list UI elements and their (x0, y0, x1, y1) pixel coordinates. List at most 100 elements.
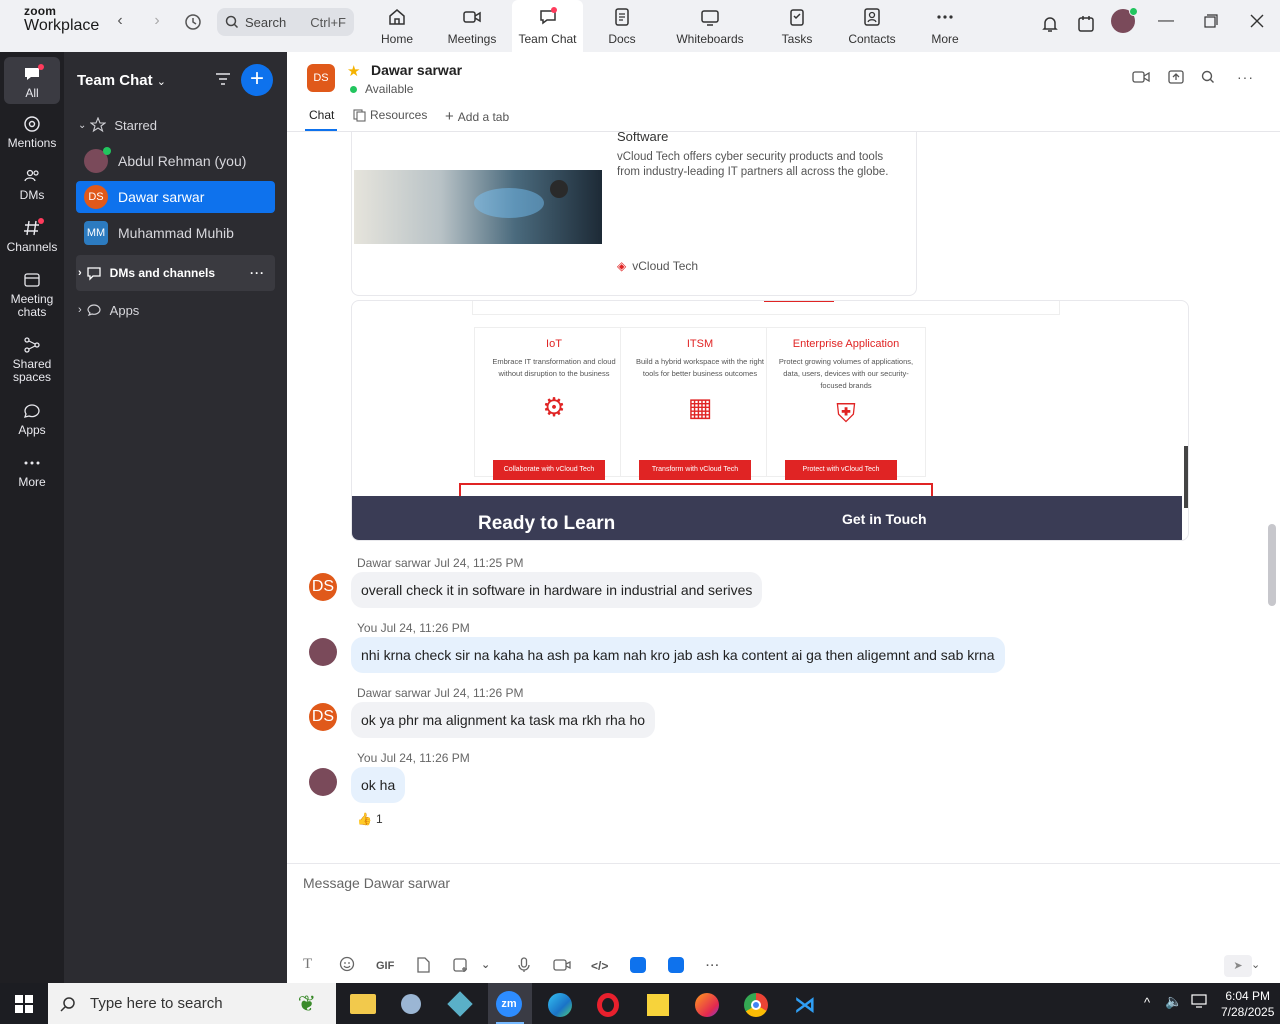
reaction-badge[interactable]: 👍 1 (357, 812, 383, 826)
rail-dms[interactable]: DMs (0, 167, 64, 202)
video-message-icon[interactable] (553, 958, 571, 975)
video-camera-icon (463, 11, 481, 23)
vscode-icon[interactable]: ⋊ (789, 989, 819, 1019)
calendar-icon[interactable] (1076, 14, 1096, 39)
dms-and-channels-section[interactable]: › DMs and channels ··· (76, 255, 275, 291)
preview-image (354, 170, 602, 244)
new-chat-button[interactable]: + (241, 64, 273, 96)
message-scrollbar[interactable] (1268, 524, 1276, 606)
tab-more[interactable]: More (918, 0, 972, 52)
filter-icon[interactable] (215, 72, 231, 91)
title-bar: zoom Workplace ‹ › Search Ctrl+F Home Me… (0, 0, 1280, 52)
file-icon[interactable] (416, 957, 430, 976)
zoom-taskbar-icon[interactable]: zm (488, 983, 532, 1024)
app-icon[interactable] (445, 989, 475, 1019)
tab-home[interactable]: Home (367, 0, 427, 52)
more-dots-icon[interactable]: ··· (250, 266, 265, 280)
rail-more[interactable]: More (0, 454, 64, 489)
firefox-icon[interactable] (691, 989, 721, 1019)
rail-shared-spaces[interactable]: Shared spaces (0, 336, 64, 384)
history-icon[interactable] (184, 13, 202, 36)
taskbar-search[interactable]: Type here to search ❦ (48, 983, 336, 1024)
close-icon[interactable] (1250, 14, 1264, 33)
tab-chat[interactable]: Chat (309, 108, 334, 122)
tab-label: Docs (608, 32, 636, 46)
tab-docs[interactable]: Docs (592, 0, 652, 52)
avatar[interactable]: DS (309, 573, 337, 601)
code-snippet-icon[interactable]: </> (591, 959, 608, 973)
emoji-icon[interactable] (339, 956, 355, 975)
people-icon (24, 169, 39, 182)
search-input[interactable]: Search Ctrl+F (217, 8, 354, 36)
rail-channels[interactable]: Channels (0, 218, 64, 254)
logo-bottom: Workplace (24, 17, 100, 34)
network-icon[interactable] (1191, 994, 1207, 1011)
minimize-icon[interactable]: — (1158, 12, 1174, 30)
rail-meeting-chats[interactable]: Meeting chats (0, 271, 64, 319)
tab-resources[interactable]: Resources (353, 108, 427, 122)
file-explorer-icon[interactable] (348, 989, 378, 1019)
volume-icon[interactable]: 🔈 (1165, 993, 1182, 1010)
tab-tasks[interactable]: Tasks (770, 0, 824, 52)
sidebar-title-text: Team Chat (77, 72, 153, 89)
forward-arrow-icon[interactable]: › (147, 12, 167, 30)
section-label: Apps (109, 302, 140, 318)
chrome-icon[interactable] (740, 989, 770, 1019)
chevron-up-icon[interactable]: ^ (1144, 995, 1150, 1010)
message-bubble[interactable]: ok ha (351, 767, 406, 803)
message-bubble[interactable]: nhi krna check sir na kaha ha ash pa kam… (351, 637, 1005, 673)
chevron-down-icon[interactable]: ⌄ (1251, 958, 1260, 971)
message-input[interactable]: Message Dawar sarwar (303, 875, 450, 891)
starred-section[interactable]: ⌄ Starred (76, 110, 275, 140)
more-dots-icon[interactable]: ··· (1237, 69, 1254, 85)
avatar[interactable] (309, 768, 337, 796)
gif-button[interactable]: GIF (376, 960, 394, 972)
message-bubble[interactable]: ok ya phr ma alignment ka task ma rkh rh… (351, 702, 656, 738)
tab-meetings[interactable]: Meetings (440, 0, 504, 52)
microphone-icon[interactable] (518, 957, 530, 976)
restore-icon[interactable] (1204, 14, 1218, 33)
apps-section[interactable]: › Apps (76, 294, 275, 326)
send-icon[interactable]: ➤ (1224, 955, 1252, 977)
tab-team-chat[interactable]: Team Chat (512, 0, 583, 52)
sidebar-title[interactable]: Team Chat ⌄ (77, 72, 166, 89)
link-preview-card[interactable]: Software vCloud Tech offers cyber securi… (351, 132, 917, 296)
windows-start-icon[interactable] (15, 995, 33, 1018)
profile-avatar[interactable] (1111, 7, 1138, 33)
star-filled-icon[interactable]: ★ (347, 62, 360, 80)
opera-icon[interactable] (593, 989, 623, 1019)
avatar[interactable]: DS (309, 703, 337, 731)
whiteboard-app-icon[interactable] (630, 957, 646, 973)
bell-icon[interactable] (1040, 14, 1060, 39)
video-call-icon[interactable] (1132, 70, 1150, 89)
rail-label: All (25, 86, 39, 100)
sidebar-item-abdul-rehman[interactable]: Abdul Rehman (you) (76, 145, 275, 177)
chat-title[interactable]: Dawar sarwar (371, 62, 462, 78)
rail-apps[interactable]: Apps (0, 402, 64, 437)
docs-app-icon[interactable] (668, 957, 684, 973)
sticky-notes-icon[interactable] (642, 989, 672, 1019)
more-dots-icon[interactable]: ··· (706, 960, 720, 972)
add-tab-button[interactable]: + Add a tab (445, 108, 509, 125)
screenshot-icon[interactable] (452, 957, 468, 976)
rail-all[interactable]: All (4, 57, 60, 104)
chevron-down-icon[interactable]: ⌄ (481, 958, 490, 971)
back-arrow-icon[interactable]: ‹ (110, 12, 130, 30)
shared-screenshot-image[interactable]: IoT Embrace IT transformation and cloud … (351, 300, 1189, 541)
rail-mentions[interactable]: Mentions (0, 115, 64, 150)
sidebar-item-dawar-sarwar[interactable]: DS Dawar sarwar (76, 181, 275, 213)
card-description: Build a hybrid workspace with the right … (636, 357, 764, 378)
search-icon[interactable] (1201, 70, 1215, 89)
text-format-icon[interactable]: T (303, 956, 312, 973)
share-screen-icon[interactable] (1168, 69, 1184, 90)
card-button: Protect with vCloud Tech (785, 460, 897, 480)
clock[interactable]: 6:04 PM 7/28/2025 (1221, 988, 1274, 1020)
tab-contacts[interactable]: Contacts (842, 0, 902, 52)
tab-whiteboards[interactable]: Whiteboards (670, 0, 750, 52)
app-icon[interactable] (396, 989, 426, 1019)
message-bubble[interactable]: overall check it in software in hardware… (351, 572, 763, 608)
sidebar-item-muhammad-muhib[interactable]: MM Muhammad Muhib (76, 217, 275, 249)
edge-icon[interactable] (544, 989, 574, 1019)
rail-label: Shared spaces (12, 357, 52, 384)
avatar[interactable] (309, 638, 337, 666)
